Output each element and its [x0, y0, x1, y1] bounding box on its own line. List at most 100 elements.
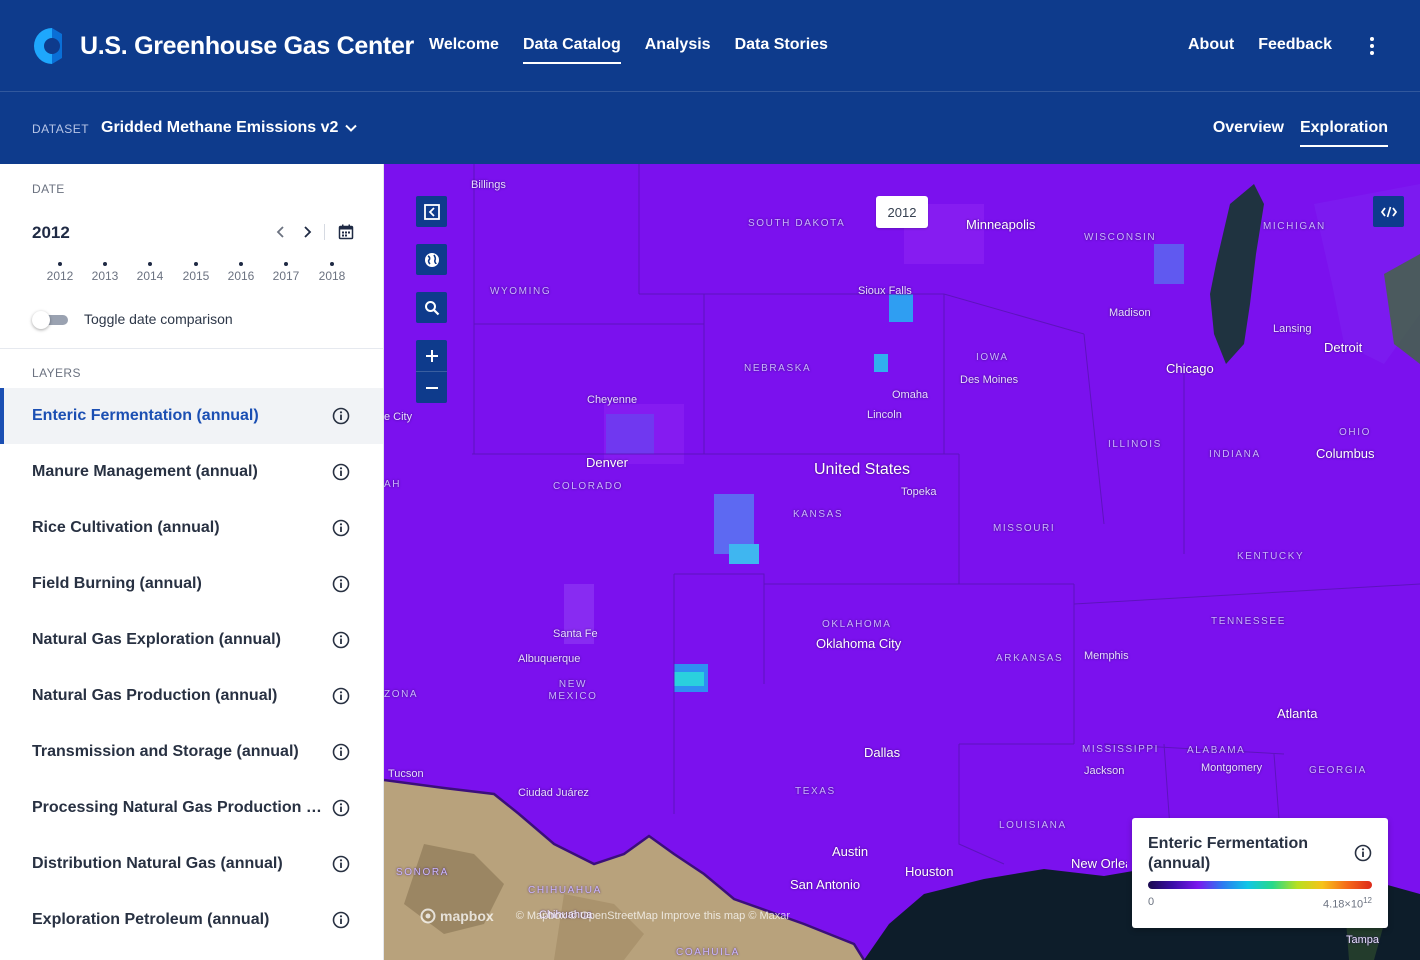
- layer-name: Rice Cultivation (annual): [32, 519, 220, 536]
- map-city-label: Dallas: [864, 745, 901, 760]
- geocoder-control: [416, 292, 447, 323]
- layer-item[interactable]: Exploration Petroleum (annual): [0, 892, 383, 948]
- info-icon[interactable]: [332, 631, 350, 649]
- attribution-text[interactable]: © Mapbox © OpenStreetMap Improve this ma…: [516, 910, 790, 922]
- layer-item[interactable]: Rice Cultivation (annual): [0, 500, 383, 556]
- date-timeline[interactable]: 2012 2013 2014 2015 2016 2017 2018: [32, 260, 362, 284]
- map-state-label: WYOMING: [490, 286, 552, 297]
- map-legend: Enteric Fermentation (annual) 0 4.18×101…: [1132, 818, 1388, 928]
- app-title: U.S. Greenhouse Gas Center: [80, 31, 414, 60]
- map-city-label: Atlanta: [1277, 706, 1318, 721]
- map-state-label: MICHIGAN: [1263, 221, 1326, 232]
- sidebar: DATE 2012 2012 2013 2014 2015 2016 2017 …: [0, 164, 384, 960]
- layer-name: Enteric Fermentation (annual): [32, 407, 259, 424]
- layer-item[interactable]: Field Burning (annual): [0, 556, 383, 612]
- chevron-left-icon: [276, 226, 284, 238]
- map-city-label: Santa Fe: [553, 628, 598, 640]
- zoom-out-button[interactable]: [416, 372, 447, 403]
- map-city-label: Columbus: [1316, 446, 1375, 461]
- tab-exploration[interactable]: Exploration: [1299, 119, 1388, 147]
- info-icon[interactable]: [332, 855, 350, 873]
- layer-item[interactable]: Enteric Fermentation (annual): [0, 388, 383, 444]
- map-country-label: United States: [814, 461, 911, 478]
- info-icon[interactable]: [1354, 844, 1372, 862]
- map-state-label: ALABAMA: [1187, 745, 1246, 756]
- embed-code-button[interactable]: [1373, 196, 1404, 227]
- info-icon[interactable]: [332, 407, 350, 425]
- map-city-label: Omaha: [892, 389, 929, 401]
- timeline-tick[interactable]: 2017: [266, 260, 306, 283]
- legend-min-value: 0: [1148, 896, 1155, 908]
- dataset-selector[interactable]: Gridded Methane Emissions v2: [101, 119, 358, 137]
- map-city-label: Tampa: [1346, 934, 1380, 946]
- mapbox-logo[interactable]: mapbox: [420, 908, 494, 924]
- layer-name: Processing Natural Gas Production (annua…: [32, 799, 322, 816]
- nav-analysis[interactable]: Analysis: [645, 36, 711, 64]
- nav-welcome[interactable]: Welcome: [429, 36, 499, 64]
- map-city-label: Albuquerque: [518, 653, 581, 665]
- timeline-tick[interactable]: 2012: [40, 260, 80, 283]
- map-state-label: INDIANA: [1209, 449, 1261, 460]
- map-date-badge: 2012: [876, 196, 928, 228]
- nav-data-catalog[interactable]: Data Catalog: [522, 36, 621, 64]
- map-city-label: Sioux Falls: [858, 285, 912, 297]
- zoom-in-button[interactable]: [416, 340, 447, 371]
- layer-name: Exploration Petroleum (annual): [32, 911, 270, 928]
- dataset-name: Gridded Methane Emissions v2: [101, 119, 339, 136]
- layer-item[interactable]: Transmission and Storage (annual): [0, 724, 383, 780]
- timeline-tick[interactable]: 2013: [85, 260, 125, 283]
- timeline-tick[interactable]: 2014: [130, 260, 170, 283]
- timeline-tick[interactable]: 2015: [176, 260, 216, 283]
- map-state-label: SOUTH DAKOTA: [748, 218, 846, 229]
- prev-date-button[interactable]: [268, 222, 294, 242]
- date-comparison-toggle-row: Toggle date comparison: [32, 311, 233, 329]
- info-icon[interactable]: [332, 911, 350, 929]
- brand[interactable]: U.S. Greenhouse Gas Center: [30, 24, 414, 68]
- next-date-button[interactable]: [294, 222, 320, 242]
- map-city-label: Chicago: [1166, 361, 1214, 376]
- chevron-right-icon: [304, 226, 312, 238]
- map-state-label: SONORA: [396, 867, 449, 878]
- timeline-tick[interactable]: 2016: [221, 260, 261, 283]
- nav-about[interactable]: About: [1188, 36, 1234, 54]
- map-city-label: Madison: [1109, 307, 1151, 319]
- map-city-label: Des Moines: [960, 374, 1019, 386]
- info-icon[interactable]: [332, 519, 350, 537]
- map-state-label: OKLAHOMA: [822, 619, 892, 630]
- info-icon[interactable]: [332, 799, 350, 817]
- legend-color-ramp: [1148, 881, 1372, 889]
- map-state-label: IOWA: [976, 352, 1009, 363]
- info-icon[interactable]: [332, 743, 350, 761]
- dataset-bar: DATASET Gridded Methane Emissions v2 Ove…: [0, 92, 1420, 164]
- map-city-label: Lincoln: [867, 409, 902, 421]
- map-city-label: Cheyenne: [587, 394, 638, 406]
- search-button[interactable]: [416, 292, 447, 323]
- layer-item[interactable]: Manure Management (annual): [0, 444, 383, 500]
- layer-item[interactable]: Natural Gas Production (annual): [0, 668, 383, 724]
- map-canvas[interactable]: Billings SOUTH DAKOTA Minneapolis WISCON…: [384, 164, 1420, 960]
- collapse-panel-button[interactable]: [416, 196, 447, 227]
- tab-overview[interactable]: Overview: [1213, 119, 1284, 147]
- kebab-menu-icon[interactable]: [1362, 34, 1382, 58]
- layer-item[interactable]: Natural Gas Exploration (annual): [0, 612, 383, 668]
- map-state-label: OHIO: [1339, 427, 1371, 438]
- projection-button[interactable]: [416, 244, 447, 275]
- timeline-tick[interactable]: 2018: [312, 260, 352, 283]
- layer-name: Manure Management (annual): [32, 463, 258, 480]
- map-city-label: Oklahoma City: [816, 636, 902, 651]
- nav-data-stories[interactable]: Data Stories: [735, 36, 828, 64]
- map-city-label: e City: [384, 411, 413, 423]
- map-city-label: Tucson: [388, 768, 424, 780]
- layer-item[interactable]: Distribution Natural Gas (annual): [0, 836, 383, 892]
- date-comparison-toggle[interactable]: [32, 311, 68, 329]
- layer-item[interactable]: Processing Natural Gas Production (annua…: [0, 780, 383, 836]
- map-state-label: KANSAS: [793, 509, 844, 520]
- calendar-button[interactable]: [333, 222, 359, 242]
- info-icon[interactable]: [332, 687, 350, 705]
- map-state-label: WISCONSIN: [1084, 232, 1157, 243]
- info-icon[interactable]: [332, 463, 350, 481]
- info-icon[interactable]: [332, 575, 350, 593]
- nav-feedback[interactable]: Feedback: [1258, 36, 1332, 54]
- map-state-label: KENTUCKY: [1237, 551, 1305, 562]
- map-state-label: NEBRASKA: [744, 363, 812, 374]
